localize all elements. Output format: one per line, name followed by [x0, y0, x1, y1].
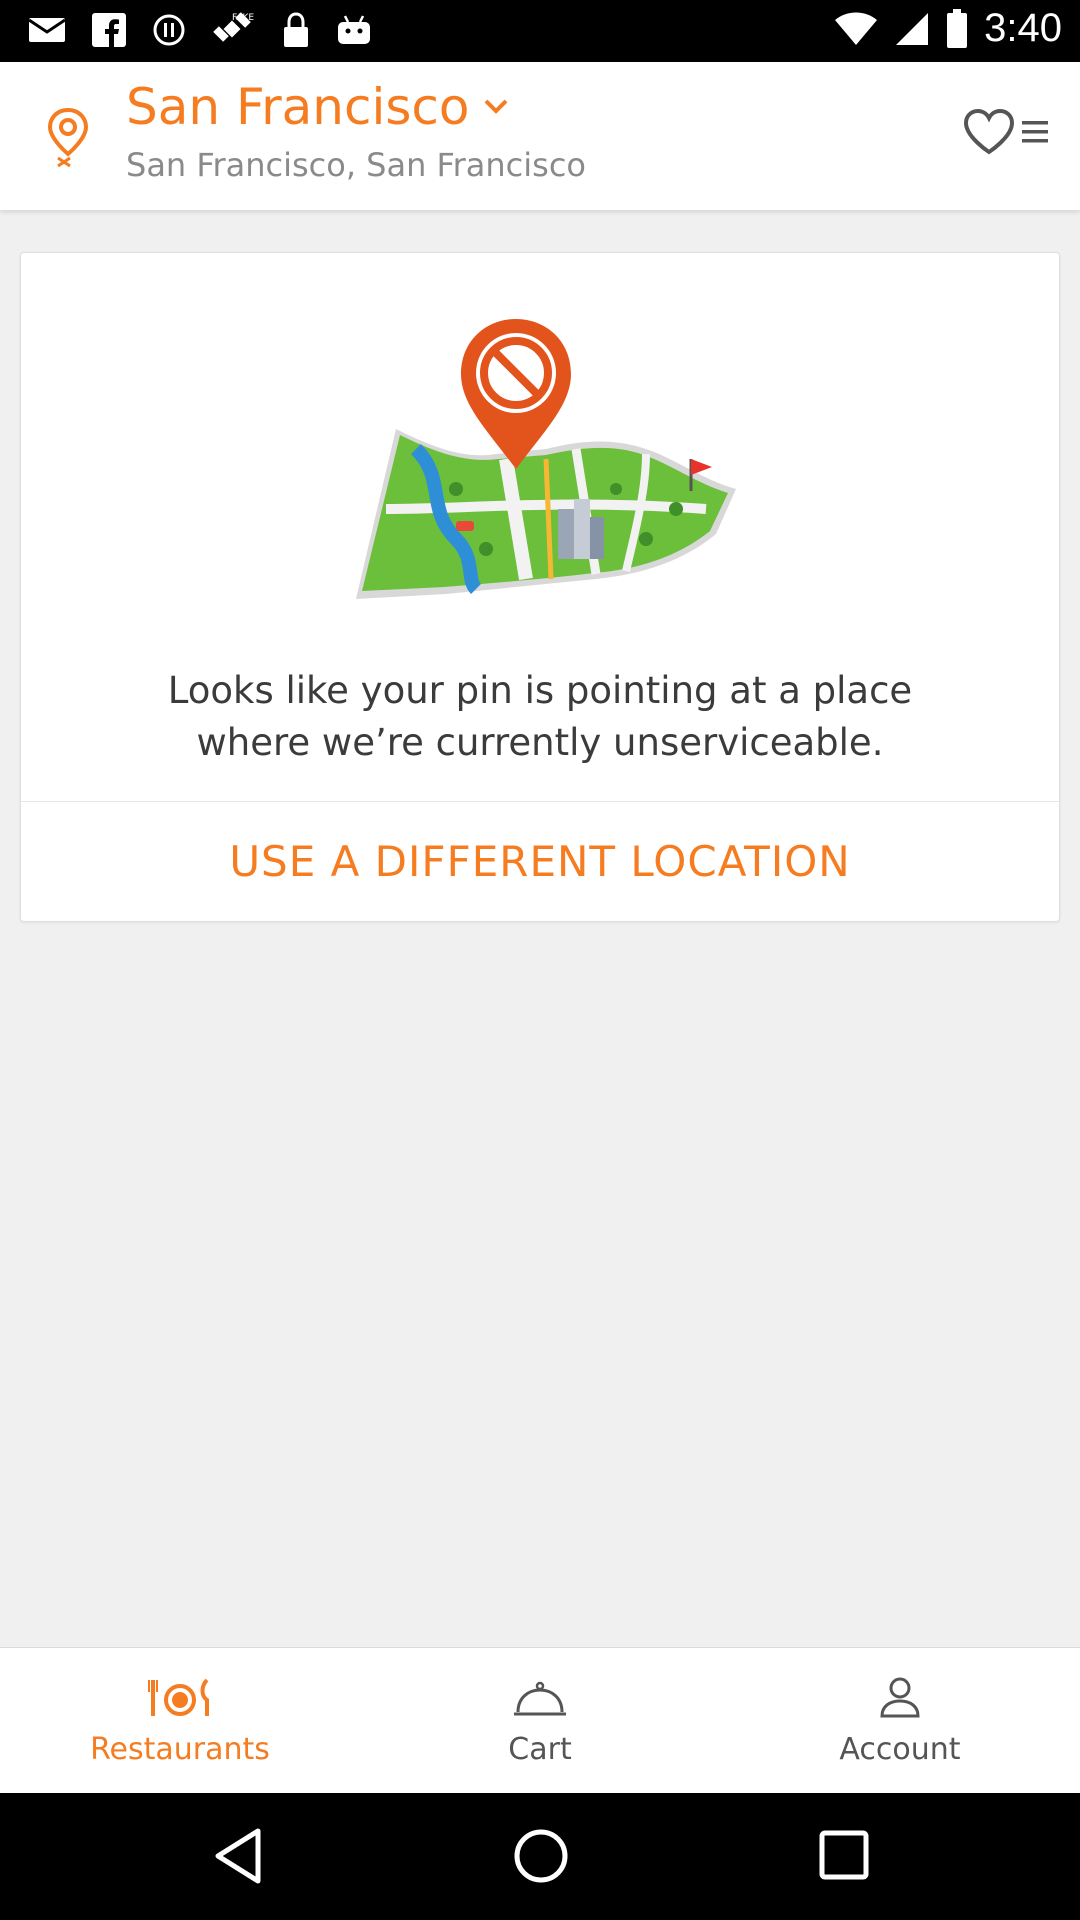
message-line-2: where we’re currently unserviceable.: [196, 721, 884, 764]
unserviceable-map-illustration: [356, 319, 736, 599]
city-name: San Francisco: [126, 78, 470, 136]
email-notification-icon: [28, 18, 66, 42]
city-selector[interactable]: San Francisco: [126, 78, 509, 136]
recents-icon[interactable]: [816, 1827, 872, 1883]
nav-item-restaurants[interactable]: Restaurants: [0, 1648, 360, 1794]
alert-circle-icon: [153, 14, 185, 46]
system-nav-bar: [0, 1793, 1080, 1920]
unserviceable-message: Looks like your pin is pointing at a pla…: [21, 665, 1059, 769]
nav-label-cart: Cart: [508, 1732, 572, 1767]
back-icon[interactable]: [212, 1827, 264, 1885]
status-time: 3:40: [984, 6, 1062, 50]
nav-label-account: Account: [839, 1732, 961, 1767]
satellite-icon: FAKE: [213, 12, 254, 42]
battery-icon: [947, 8, 968, 48]
unserviceable-card: Looks like your pin is pointing at a pla…: [20, 252, 1060, 922]
app-header: San Francisco San Francisco, San Francis…: [0, 62, 1080, 210]
svg-text:FAKE: FAKE: [232, 13, 254, 23]
location-pin-icon[interactable]: [44, 106, 92, 170]
heart-icon[interactable]: [962, 108, 1016, 156]
status-icons-right: 3:40: [834, 6, 1062, 51]
bottom-nav: Restaurants Cart Account: [0, 1647, 1080, 1794]
status-bar: FAKE 3:40: [0, 0, 1080, 62]
address-line: San Francisco, San Francisco: [126, 146, 586, 184]
nav-label-restaurants: Restaurants: [90, 1732, 270, 1767]
nav-item-cart[interactable]: Cart: [360, 1648, 720, 1794]
lock-icon: [284, 12, 308, 47]
android-robot-icon: [338, 15, 370, 44]
restaurant-icon: [148, 1678, 209, 1716]
facebook-icon: [92, 13, 126, 47]
menu-icon[interactable]: [1020, 117, 1050, 147]
header-actions: [962, 108, 1050, 156]
home-icon[interactable]: [512, 1827, 570, 1885]
message-line-1: Looks like your pin is pointing at a pla…: [167, 669, 913, 712]
cellular-signal-icon: [896, 12, 929, 45]
chevron-down-icon: [485, 99, 508, 114]
wifi-icon: [835, 12, 878, 45]
use-different-location-button[interactable]: USE A DIFFERENT LOCATION: [21, 802, 1059, 920]
cloche-icon: [514, 1681, 566, 1716]
status-icons-left: FAKE: [28, 10, 372, 50]
nav-item-account[interactable]: Account: [720, 1648, 1080, 1794]
user-icon: [880, 1677, 920, 1718]
